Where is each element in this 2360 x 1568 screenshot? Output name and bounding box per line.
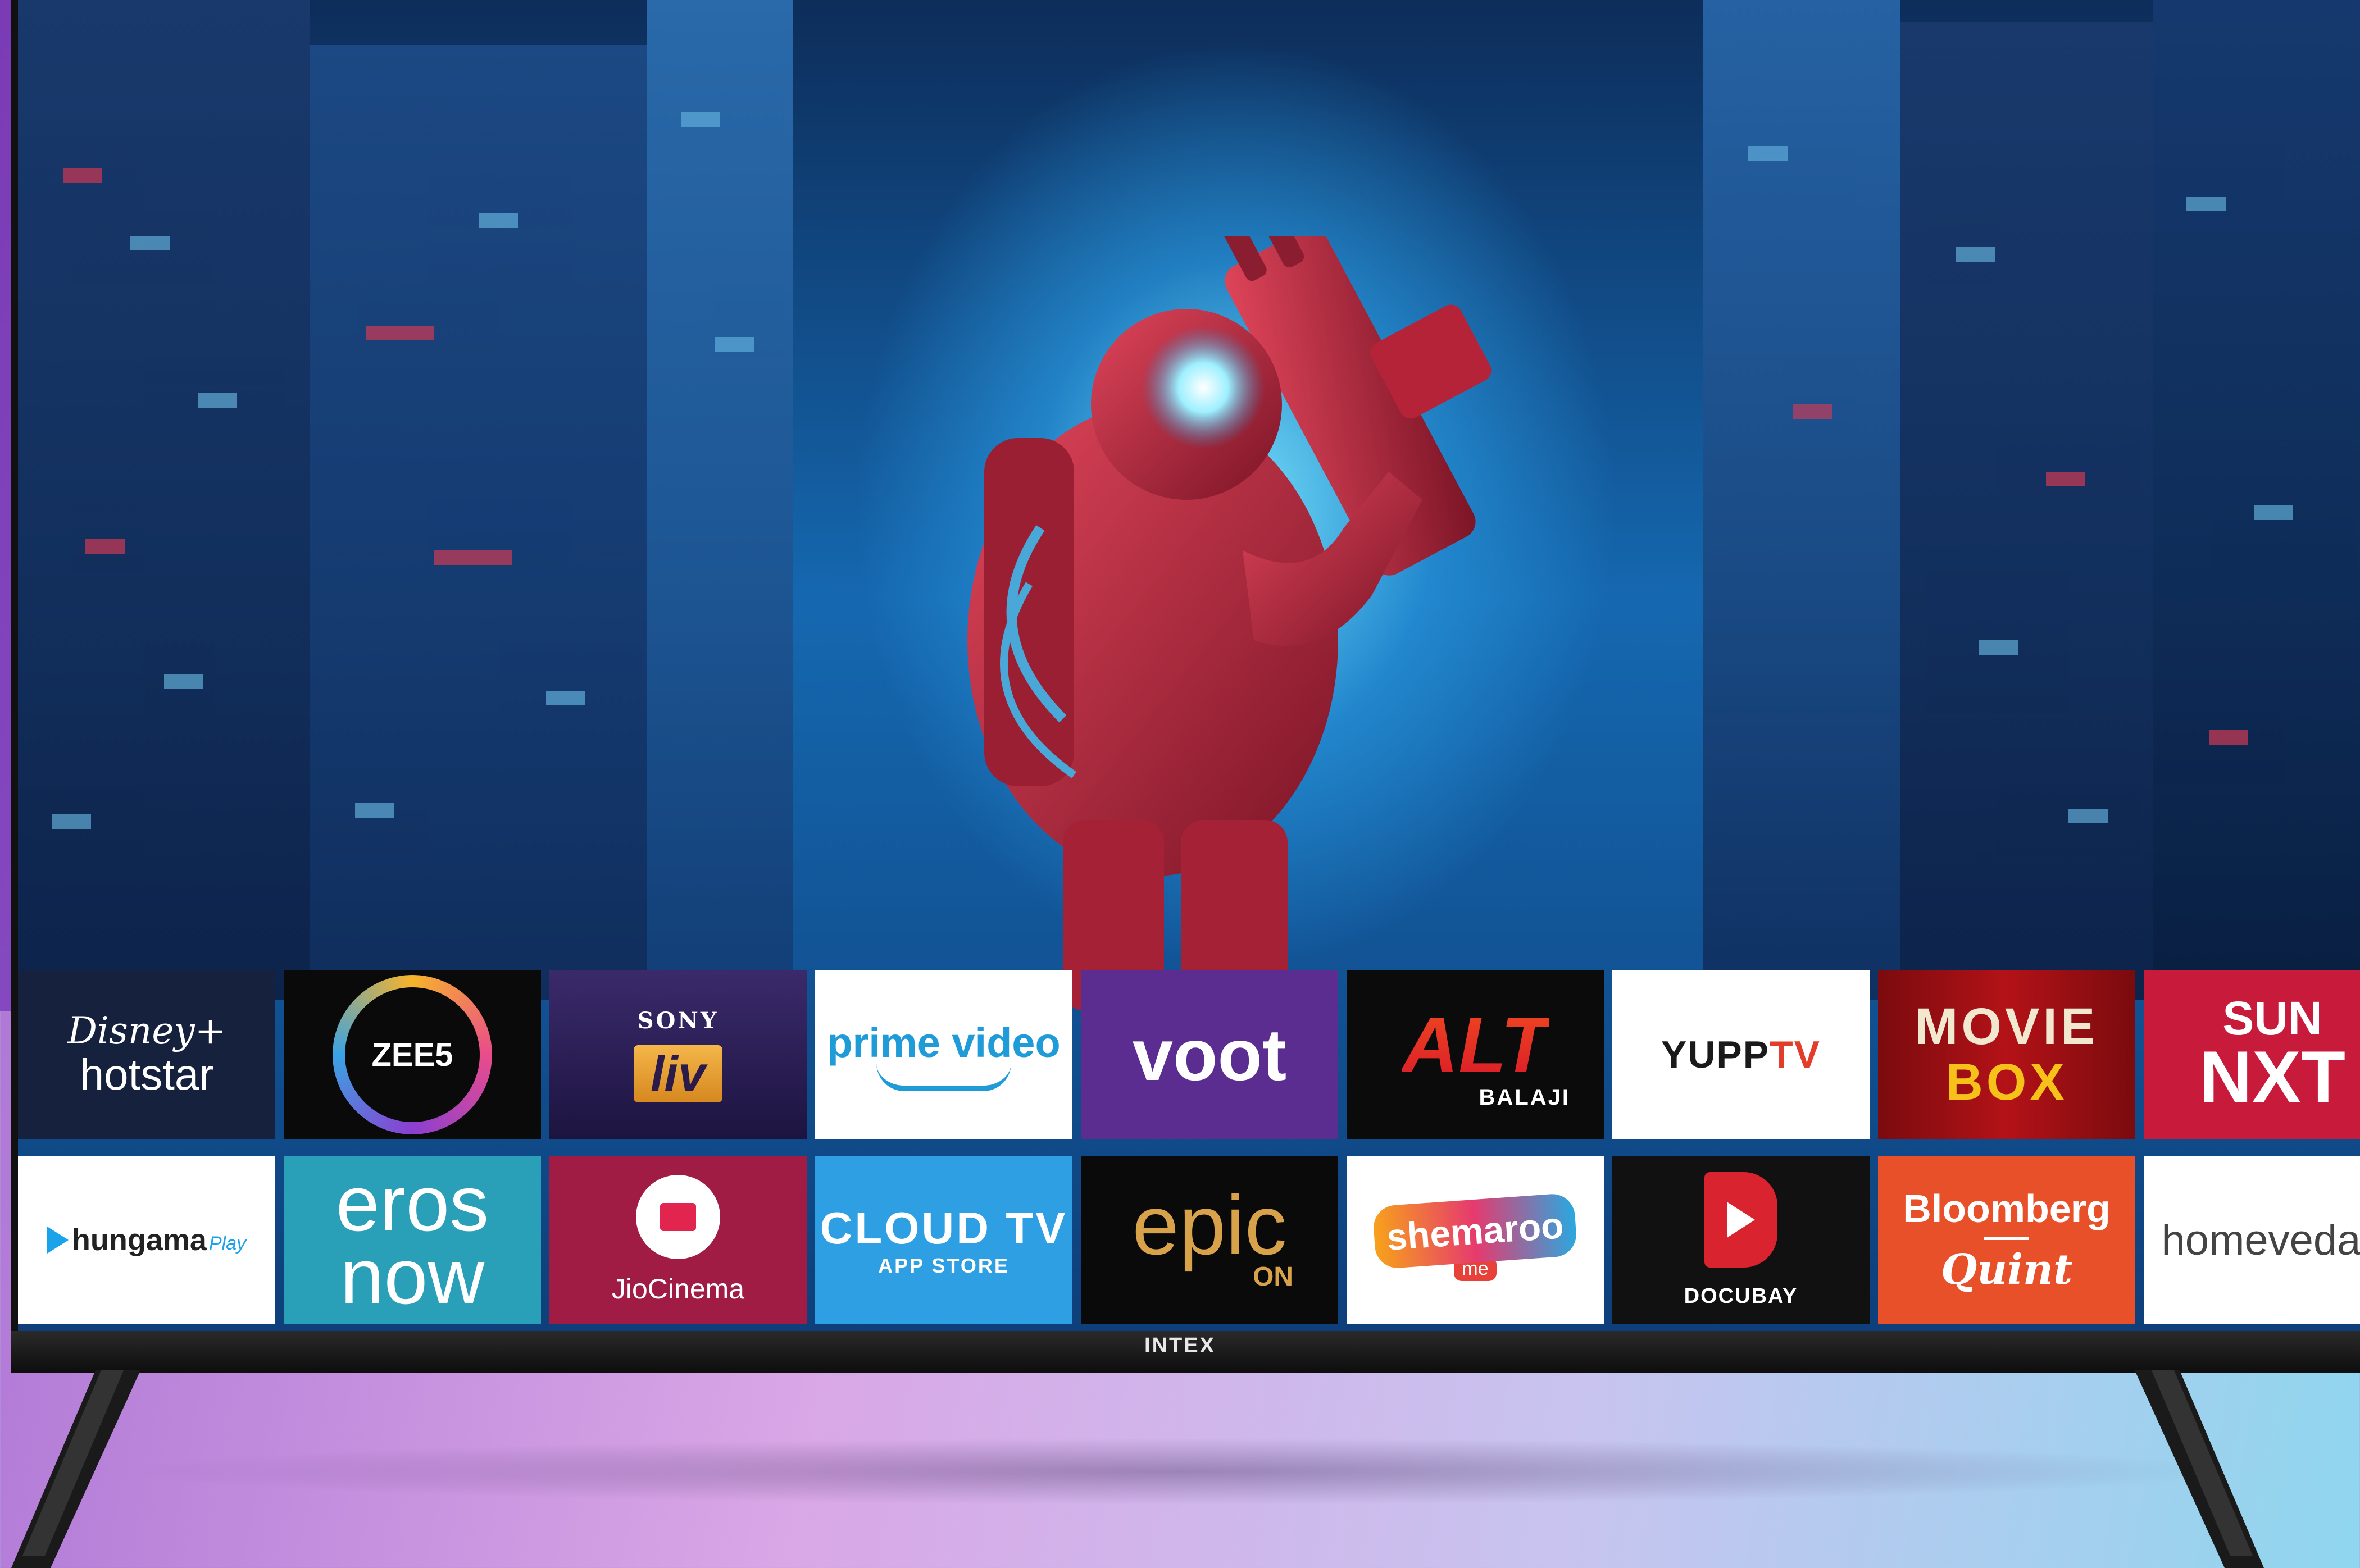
app-name: BALAJI: [1479, 1084, 1570, 1110]
app-name: homeveda: [2161, 1216, 2360, 1264]
app-tile-sun-nxt[interactable]: SUN NXT: [2144, 970, 2360, 1139]
app-name: Disney+: [67, 1009, 226, 1052]
app-tile-cloud-tv[interactable]: CLOUD TV APP STORE: [815, 1156, 1072, 1324]
brand-logo: INTEX: [1144, 1334, 1216, 1357]
app-name: JioCinema: [611, 1273, 745, 1305]
app-name: ZEE5: [371, 1036, 453, 1073]
app-name: hotstar: [79, 1050, 214, 1099]
app-tile-epic-on[interactable]: epic ON: [1081, 1156, 1338, 1324]
play-icon: [47, 1227, 69, 1254]
app-name: BOX: [1945, 1054, 2068, 1111]
floor-shadow: [112, 1438, 2247, 1505]
app-tile-moviebox[interactable]: MOVIE BOX: [1878, 970, 2135, 1139]
app-tile-hungama-play[interactable]: hungama Play: [18, 1156, 275, 1324]
app-tile-homeveda[interactable]: homeveda: [2144, 1156, 2360, 1324]
app-name: MOVIE: [1915, 998, 2099, 1055]
app-tile-yupptv[interactable]: YUPPTV: [1612, 970, 1870, 1139]
app-tile-shemaroo-me[interactable]: shemaroo me: [1347, 1156, 1604, 1324]
astronaut-illustration: [967, 236, 1492, 1011]
tv-stand-right: [2135, 1370, 2264, 1568]
app-name: NXT: [2199, 1035, 2345, 1118]
app-name: CLOUD TV: [820, 1203, 1068, 1253]
app-name: shemaroo: [1372, 1192, 1579, 1269]
docubay-play-icon: [1704, 1172, 1777, 1268]
app-name: APP STORE: [878, 1254, 1010, 1277]
app-tile-bloomberg-quint[interactable]: Bloomberg Quint: [1878, 1156, 2135, 1324]
app-tile-prime-video[interactable]: prime video: [815, 970, 1072, 1139]
building-right-2: [1900, 22, 2153, 1000]
divider: [1984, 1237, 2029, 1240]
app-name: prime video: [827, 1019, 1061, 1066]
clapperboard-icon: [636, 1175, 720, 1259]
app-name: Play: [208, 1232, 247, 1254]
app-tile-alt-balaji[interactable]: ALT BALAJI: [1347, 970, 1604, 1139]
tv-frame: Disney+ hotstar ZEE5 SONY liv prime vide…: [11, 0, 2360, 1373]
app-tile-docubay[interactable]: DOCUBAY: [1612, 1156, 1870, 1324]
app-name: voot: [1132, 1014, 1287, 1096]
app-name: DOCUBAY: [1684, 1284, 1798, 1308]
smile-arrow-icon: [876, 1063, 1011, 1091]
app-tile-disney-hotstar[interactable]: Disney+ hotstar: [18, 970, 275, 1139]
building-right-3: [2153, 0, 2360, 1000]
app-name: ALT: [1402, 1000, 1549, 1091]
app-name: liv: [634, 1045, 722, 1102]
app-tile-zee5[interactable]: ZEE5: [284, 970, 541, 1139]
app-name: epic: [1132, 1177, 1287, 1272]
building-right-1: [1703, 0, 1900, 1000]
app-name: hungama: [71, 1223, 207, 1257]
app-grid: Disney+ hotstar ZEE5 SONY liv prime vide…: [18, 970, 2360, 1325]
building-left-2: [310, 45, 647, 1000]
tv-stand-left: [11, 1370, 140, 1568]
app-name: SONY: [637, 1007, 719, 1034]
app-name: ON: [1253, 1261, 1293, 1292]
building-left-1: [18, 0, 310, 1000]
app-tile-jiocinema[interactable]: JioCinema: [549, 1156, 807, 1324]
app-tile-voot[interactable]: voot: [1081, 970, 1338, 1139]
app-name: now: [340, 1232, 485, 1320]
app-tile-eros-now[interactable]: eros now: [284, 1156, 541, 1324]
app-name: YUPPTV: [1661, 1033, 1821, 1076]
app-tile-sonyliv[interactable]: SONY liv: [549, 970, 807, 1139]
app-name: eros: [335, 1159, 489, 1247]
app-name: Bloomberg: [1903, 1187, 2111, 1230]
app-name: Quint: [1940, 1246, 2073, 1294]
